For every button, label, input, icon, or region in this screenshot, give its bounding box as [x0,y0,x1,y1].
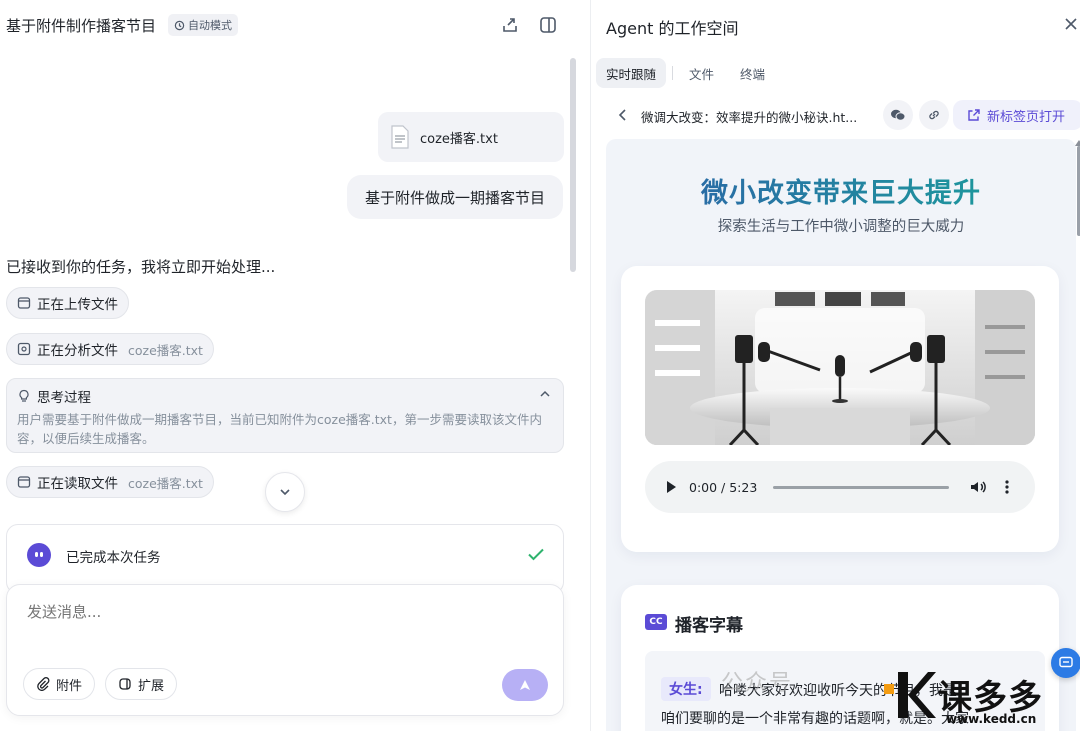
more-options-icon[interactable] [1005,479,1009,495]
attached-file[interactable]: coze播客.txt [378,112,564,162]
step-file: coze播客.txt [128,342,203,358]
back-arrow-icon[interactable] [616,107,630,123]
subtitles-title: 播客字幕 [675,616,743,636]
paperclip-icon [37,677,50,691]
send-icon [520,680,530,690]
workspace-panel: Agent 的工作空间 实时跟随 文件 终端 微调大改变：效率提升的微小秘诀.h… [590,0,1080,731]
audio-time: 0:00 / 5:23 [689,479,758,495]
auto-mode-label: 自动模式 [188,19,232,32]
studio-image [645,290,1035,445]
user-message: 基于附件做成一期播客节目 [347,175,563,219]
play-icon[interactable] [667,481,676,493]
chevron-up-icon[interactable] [539,388,551,400]
auto-mode-badge[interactable]: 自动模式 [168,14,238,36]
wechat-icon [891,109,906,121]
agent-avatar [27,543,51,567]
hero-subtitle: 探索生活与工作中微小调整的巨大威力 [717,219,965,235]
send-button[interactable] [502,669,548,701]
chat-header: 基于附件制作播客节目 自动模式 [0,0,580,52]
image-file-icon [17,342,31,356]
extend-label: 扩展 [138,678,165,694]
open-new-tab-button[interactable]: 新标签页打开 [953,100,1080,130]
chevron-down-icon [280,489,290,496]
close-icon[interactable] [1063,16,1079,32]
extend-button[interactable]: 扩展 [105,668,178,700]
copy-link-button[interactable] [919,100,949,130]
toggle-panel-icon[interactable] [538,15,558,35]
lightbulb-icon [19,389,29,402]
open-new-tab-label: 新标签页打开 [987,109,1066,125]
task-complete-text: 已完成本次任务 [66,550,161,566]
thinking-body: 用户需要基于附件做成一期播客节目，当前已知附件为coze播客.txt，第一步需要… [17,412,542,446]
chat-title: 基于附件制作播客节目 [6,17,157,35]
brand-site: www.kedd.cn [946,712,1037,726]
step-label: 正在分析文件 [37,343,118,359]
external-link-icon [968,109,980,121]
folder-icon [17,297,31,309]
attach-label: 附件 [56,678,83,694]
folder-icon [17,476,31,488]
audio-seek-bar[interactable] [773,485,950,489]
audio-player: 0:00 / 5:23 [645,461,1035,513]
step-label: 正在读取文件 [37,476,118,492]
thinking-panel[interactable]: 思考过程 用户需要基于附件做成一期播客节目，当前已知附件为coze播客.txt，… [6,378,564,453]
step-label: 正在上传文件 [37,297,118,313]
attached-file-name: coze播客.txt [420,131,498,147]
page-title-url: 微调大改变：效率提升的微小秘诀.ht... [641,110,858,125]
extension-icon [119,678,131,690]
message-input[interactable] [27,603,527,621]
brand-logo-icon [884,672,936,718]
chat-scrollbar[interactable] [570,58,576,272]
wechat-share-button[interactable] [883,100,913,130]
workspace-title: Agent 的工作空间 [606,19,739,38]
step-reading[interactable]: 正在读取文件 coze播客.txt [6,466,214,498]
link-icon [929,110,939,120]
wechat-watermark: 公众号 [721,671,794,696]
site-watermark: 课多多 www.kedd.cn [880,668,1080,731]
volume-icon[interactable] [969,479,987,495]
cc-icon: CC [645,614,667,630]
step-file: coze播客.txt [128,475,203,491]
step-uploading[interactable]: 正在上传文件 [6,287,129,319]
file-icon [391,125,409,149]
podcast-media-card: 0:00 / 5:23 [621,266,1059,552]
auto-mode-icon [174,20,185,30]
tab-files[interactable]: 文件 [679,58,724,88]
workspace-tabs: 实时跟随 文件 终端 [596,58,781,88]
tab-divider [672,66,674,80]
message-composer: 附件 扩展 [6,584,564,716]
share-icon[interactable] [500,15,520,35]
attach-button[interactable]: 附件 [23,668,96,700]
step-analyzing[interactable]: 正在分析文件 coze播客.txt [6,333,214,365]
assistant-received-text: 已接收到你的任务，我将立即开始处理... [6,258,276,276]
hero-title: 微小改变带来巨大提升 [606,171,1076,210]
scroll-to-bottom-button[interactable] [265,472,305,512]
tab-terminal[interactable]: 终端 [730,58,775,88]
thinking-title: 思考过程 [37,390,91,406]
chat-panel: 基于附件制作播客节目 自动模式 coze播客.txt 基于附件做成一期播客节目 … [0,0,580,731]
speaker-label: 女生: [661,677,711,701]
tab-live-follow[interactable]: 实时跟随 [596,58,667,88]
check-icon [528,548,544,561]
web-preview[interactable]: 微小改变带来巨大提升 探索生活与工作中微小调整的巨大威力 0:00 / 5:23… [606,139,1076,731]
browser-bar: 微调大改变：效率提升的微小秘诀.ht... 新标签页打开 [606,100,1080,130]
